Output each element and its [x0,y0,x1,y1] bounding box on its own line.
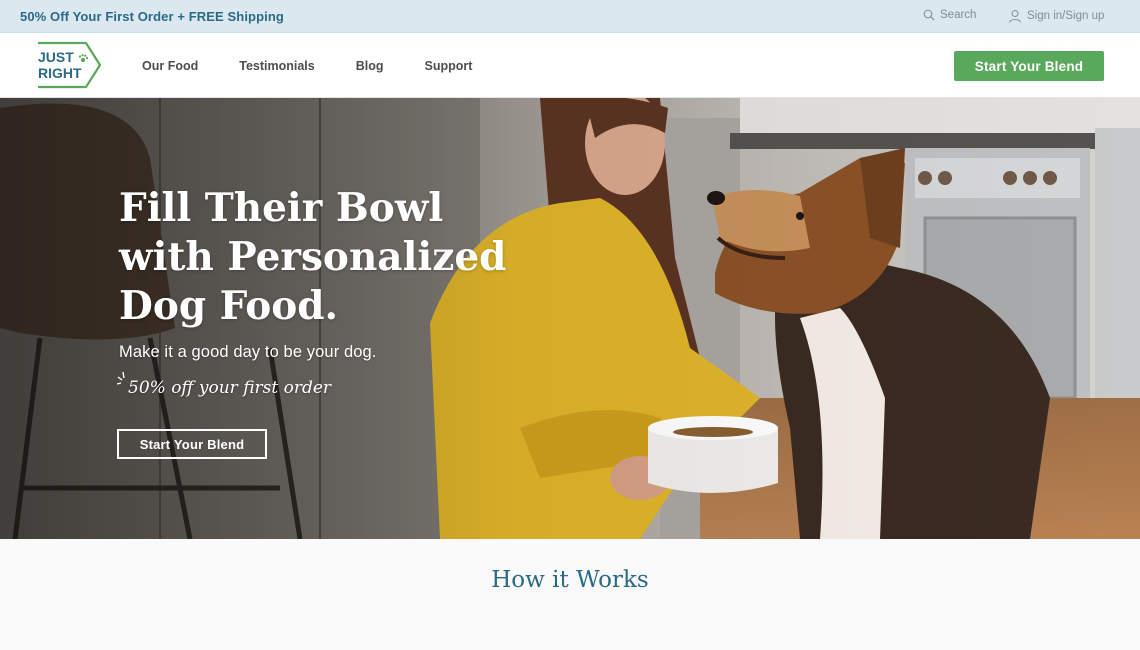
logo[interactable]: JUST RIGHT [36,41,102,89]
hero-section: Fill Their Bowl with Personalized Dog Fo… [0,98,1140,539]
search-link[interactable]: Search [923,9,976,21]
hero-title: Fill Their Bowl with Personalized Dog Fo… [119,185,507,329]
announcement-bar: 50% Off Your First Order + FREE Shipping… [0,0,1140,33]
nav-item-support[interactable]: Support [425,59,473,73]
how-it-works-section: How it Works [0,539,1140,650]
paw-icon [78,54,89,63]
logo-text-bottom: RIGHT [38,65,82,81]
nav-item-our-food[interactable]: Our Food [142,59,198,73]
main-nav: Our Food Testimonials Blog Support [142,33,513,98]
site-header: JUST RIGHT Our Food Testimonials Blog Su… [0,33,1140,98]
user-icon [1008,9,1022,23]
nav-item-blog[interactable]: Blog [356,59,384,73]
sign-in-link[interactable]: Sign in/Sign up [1008,9,1104,23]
start-your-blend-hero-button[interactable]: Start Your Blend [117,429,267,459]
hero-offer: 50% off your first order [128,378,332,398]
search-label: Search [940,9,977,21]
nav-item-testimonials[interactable]: Testimonials [239,59,314,73]
promo-text: 50% Off Your First Order + FREE Shipping [20,9,284,24]
search-icon [923,9,935,21]
start-your-blend-header-button[interactable]: Start Your Blend [954,51,1104,81]
hero-subtitle: Make it a good day to be your dog. [119,343,377,361]
logo-text-top: JUST [38,49,74,65]
how-it-works-heading: How it Works [491,567,649,593]
sign-in-label: Sign in/Sign up [1027,10,1105,22]
